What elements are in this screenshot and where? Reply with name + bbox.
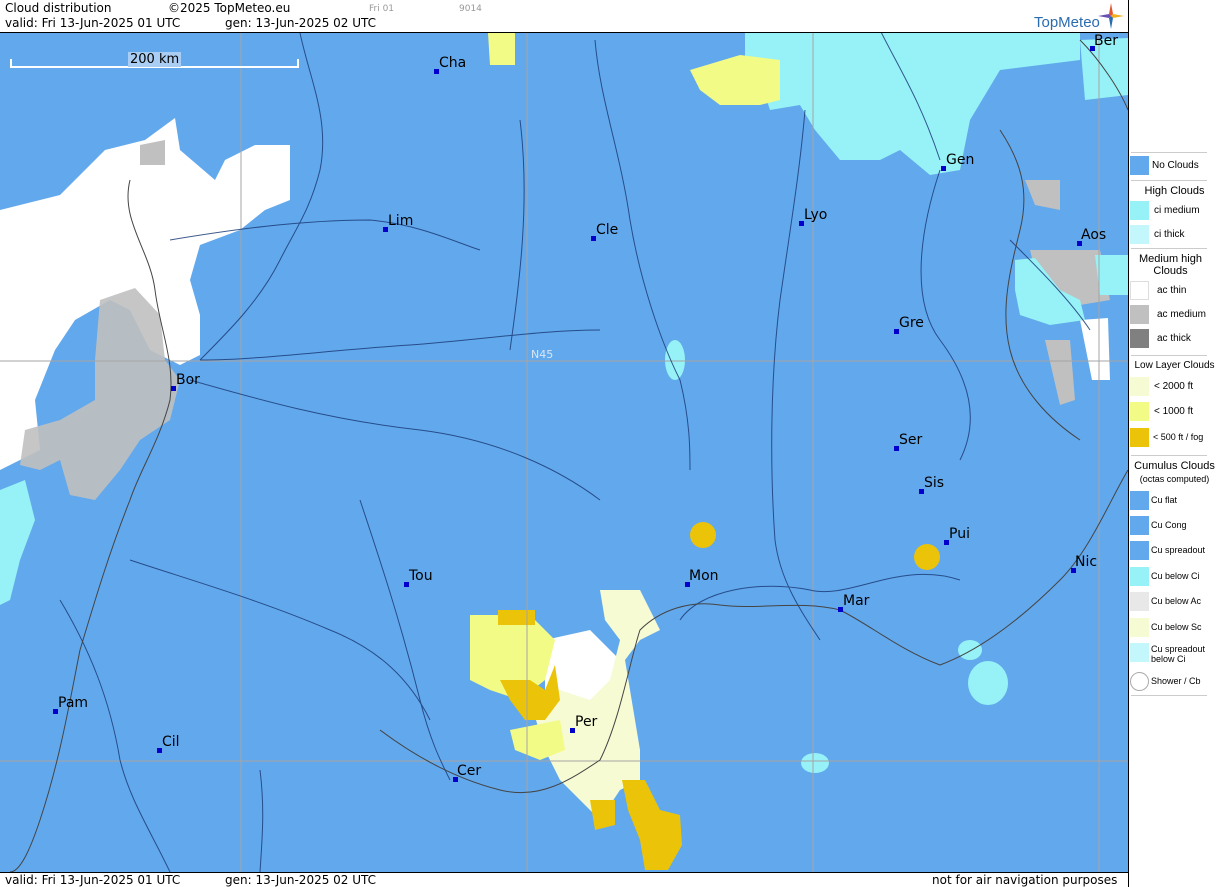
ac-thick-label: ac thick — [1157, 333, 1191, 344]
city-label-gre: Gre — [899, 315, 924, 331]
city-label-lim: Lim — [388, 213, 414, 229]
city-label-cer: Cer — [457, 763, 482, 779]
ac-thin-label: ac thin — [1157, 285, 1187, 296]
city-label-sis: Sis — [924, 475, 945, 491]
run-label: Fri 01 — [369, 4, 395, 14]
footer-gen-time: gen: 13-Jun-2025 02 UTC — [225, 873, 377, 887]
legend-divider — [1131, 455, 1207, 456]
footer-disclaimer: not for air navigation purposes — [932, 873, 1118, 887]
ac-medium-swatch — [1130, 305, 1149, 324]
city-label-tou: Tou — [409, 568, 433, 584]
cu-below-ac-label: Cu below Ac — [1151, 596, 1202, 606]
low-2000-swatch — [1130, 377, 1149, 396]
legend-low-title: Low Layer Clouds — [1134, 360, 1215, 371]
cu-spreadout-below-ci-label: Cu spreadout below Ci — [1151, 644, 1206, 664]
ci-thick-label: ci thick — [1154, 229, 1185, 240]
cu-cong-swatch — [1130, 516, 1149, 535]
run-code: 9014 — [459, 4, 482, 14]
ac-thick-swatch — [1130, 329, 1149, 348]
city-label-bor: Bor — [176, 372, 200, 388]
city-label-lyo: Lyo — [804, 207, 828, 223]
cu-below-ci-label: Cu below Ci — [1151, 571, 1200, 581]
ci-medium-label: ci medium — [1154, 205, 1200, 216]
legend-divider — [1131, 152, 1207, 153]
low-2000-label: < 2000 ft — [1154, 381, 1194, 392]
ci-medium-swatch — [1130, 201, 1149, 220]
legend-high-title: High Clouds — [1144, 185, 1205, 197]
brand-logo: TopMeteo — [1034, 14, 1100, 31]
low-500-swatch — [1130, 428, 1149, 447]
cu-spreadout-label: Cu spreadout — [1151, 545, 1206, 555]
no-clouds-swatch — [1130, 156, 1149, 175]
cu-flat-swatch — [1130, 491, 1149, 510]
city-label-pui: Pui — [949, 526, 970, 542]
cu-below-sc-swatch — [1130, 618, 1149, 637]
legend-divider — [1131, 355, 1207, 356]
scale-tick-left — [10, 59, 12, 68]
latitude-label: N45 — [531, 348, 554, 361]
footer-bar: valid: Fri 13-Jun-2025 01 UTC gen: 13-Ju… — [0, 872, 1128, 887]
copyright: ©2025 TopMeteo.eu — [168, 1, 291, 15]
compass-icon — [1098, 3, 1124, 29]
legend-divider — [1131, 695, 1207, 696]
map-title: Cloud distribution — [5, 1, 112, 15]
city-label-per: Per — [575, 714, 598, 730]
scale-label: 200 km — [128, 52, 182, 67]
city-label-cha: Cha — [439, 55, 467, 71]
city-label-mon: Mon — [689, 568, 719, 584]
no-clouds-label: No Clouds — [1152, 160, 1199, 171]
city-label-nic: Nic — [1075, 554, 1098, 570]
cu-cong-label: Cu Cong — [1151, 520, 1187, 530]
city-label-aos: Aos — [1081, 227, 1107, 243]
legend-cu-title: Cumulus Clouds — [1134, 460, 1215, 472]
footer-valid-time: valid: Fri 13-Jun-2025 01 UTC — [5, 873, 181, 887]
legend-cu-sub: (octas computed) — [1139, 474, 1210, 484]
cloud-map-page: Cloud distribution ©2025 TopMeteo.eu Fri… — [0, 0, 1219, 887]
city-label-ber: Ber — [1094, 33, 1118, 49]
low-1000-label: < 1000 ft — [1154, 406, 1194, 417]
ci-thick-swatch — [1130, 225, 1149, 244]
city-label-pam: Pam — [58, 695, 89, 711]
city-label-ser: Ser — [899, 432, 923, 448]
city-label-cil: Cil — [162, 734, 180, 750]
city-label-cle: Cle — [596, 222, 619, 238]
low-500-label: < 500 ft / fog — [1153, 432, 1204, 442]
scale-bar: 200 km — [10, 52, 299, 70]
gen-time: gen: 13-Jun-2025 02 UTC — [225, 16, 377, 30]
city-label-mar: Mar — [843, 593, 870, 609]
cu-below-ci-swatch — [1130, 567, 1149, 586]
scale-tick-right — [297, 59, 299, 68]
shower-cb-swatch — [1130, 672, 1149, 691]
legend-medium-title: Medium high Clouds — [1139, 253, 1202, 277]
ac-thin-layer — [0, 118, 1110, 740]
shower-cb-label: Shower / Cb — [1151, 676, 1201, 686]
cu-spreadout-swatch — [1130, 541, 1149, 560]
ac-medium-label: ac medium — [1157, 309, 1206, 320]
valid-time: valid: Fri 13-Jun-2025 01 UTC — [5, 16, 181, 30]
cu-spreadout-below-ci-swatch — [1130, 643, 1149, 662]
ac-thin-swatch — [1130, 281, 1149, 300]
cu-below-ac-swatch — [1130, 592, 1149, 611]
low-1000-swatch — [1130, 402, 1149, 421]
header-bar: Cloud distribution ©2025 TopMeteo.eu Fri… — [0, 0, 1128, 33]
legend-divider — [1131, 248, 1207, 249]
cu-flat-label: Cu flat — [1151, 495, 1178, 505]
legend-panel: No Clouds High Clouds ci medium ci thick… — [1128, 0, 1219, 887]
city-label-gen: Gen — [946, 152, 975, 168]
legend-divider — [1131, 180, 1207, 181]
cloud-map[interactable]: 200 km N45 Cha Ber Lim Cle Lyo Gen Aos G… — [0, 33, 1128, 872]
cu-below-sc-label: Cu below Sc — [1151, 622, 1202, 632]
